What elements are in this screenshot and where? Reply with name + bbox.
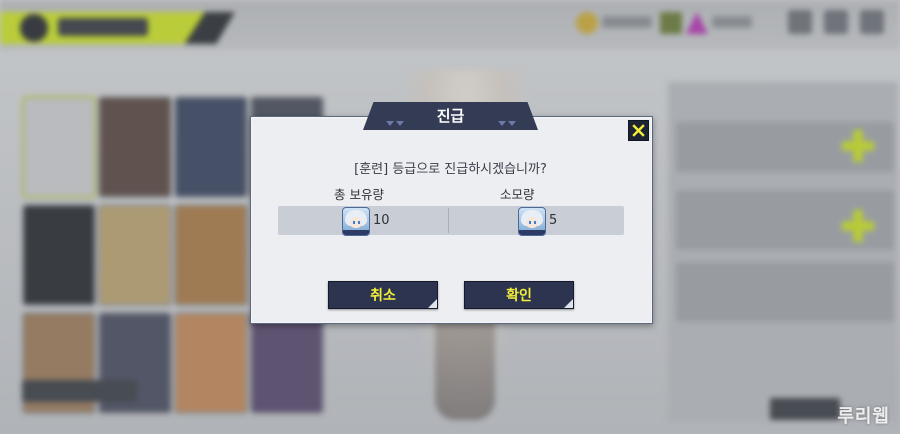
cancel-button-label: 취소 [370, 288, 396, 304]
confirm-button-label: 확인 [506, 288, 532, 304]
close-button[interactable] [628, 120, 649, 141]
header-decoration-icon [386, 121, 394, 126]
amount-divider [448, 208, 449, 233]
owned-amount-label: 총 보유량 [334, 187, 384, 202]
character-portrait-icon [342, 207, 370, 236]
owned-amount-value: 10 [373, 213, 390, 228]
amount-bar [278, 206, 624, 235]
header-decoration-icon [498, 121, 506, 126]
watermark: 루리웹 [837, 406, 890, 427]
button-corner-decoration [564, 299, 573, 308]
character-portrait-icon [518, 207, 546, 236]
cancel-button[interactable]: 취소 [328, 281, 438, 309]
confirm-button[interactable]: 확인 [464, 281, 574, 309]
close-icon [632, 124, 645, 137]
cost-amount-value: 5 [549, 213, 558, 228]
cost-amount-label: 소모량 [500, 187, 535, 202]
dialog-question: [훈련] 등급으로 진급하시겠습니까? [354, 162, 547, 177]
header-decoration-icon [508, 121, 516, 126]
button-corner-decoration [428, 299, 437, 308]
header-decoration-icon [396, 121, 404, 126]
